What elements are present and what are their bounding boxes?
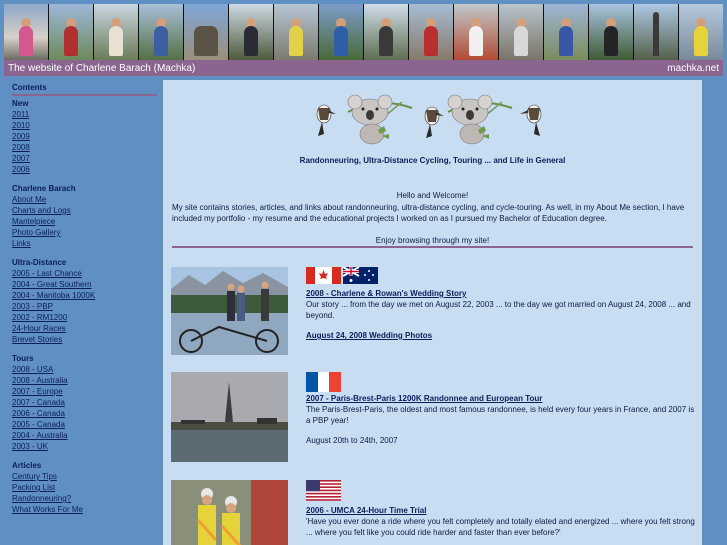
banner-photo xyxy=(679,4,723,60)
australia-flag-icon xyxy=(343,267,378,284)
banner-photo xyxy=(499,4,544,60)
banner-photo xyxy=(229,4,274,60)
sidebar-item-tour[interactable]: 2005 - Canada xyxy=(12,419,156,430)
sidebar-heading-ultra-distance: Ultra-Distance xyxy=(12,258,67,267)
sidebar-item-tour[interactable]: 2007 - Europe xyxy=(12,386,156,397)
sidebar-heading-contents: Contents xyxy=(12,83,47,92)
sidebar-item-ultra[interactable]: 2004 - Great Southern xyxy=(12,279,156,290)
site-tagline: Randonneuring, Ultra-Distance Cycling, T… xyxy=(299,156,566,165)
banner-photo xyxy=(634,4,679,60)
flag-group xyxy=(306,267,695,284)
entry-title-link[interactable]: 2007 - Paris-Brest-Paris 1200K Randonnee… xyxy=(306,393,695,404)
entry-title-link[interactable]: 2006 - UMCA 24-Hour Time Trial xyxy=(306,505,695,516)
kookaburra-icon xyxy=(316,104,336,136)
sidebar-item-year[interactable]: 2011 xyxy=(12,109,156,120)
koala-icon xyxy=(447,94,513,145)
flag-group xyxy=(306,372,695,392)
banner-photo xyxy=(184,4,229,60)
site-domain: machka.net xyxy=(667,62,719,74)
sidebar-divider xyxy=(12,94,157,96)
sidebar-item-year[interactable]: 2008 xyxy=(12,142,156,153)
sidebar-item-article[interactable]: Randonneuring? xyxy=(12,493,156,504)
sidebar-heading-articles: Articles xyxy=(12,461,42,470)
entry-dates: August 20th to 24th, 2007 xyxy=(306,436,398,445)
koala-kookaburra-banner xyxy=(316,94,542,145)
banner-photo xyxy=(364,4,409,60)
france-flag-icon xyxy=(306,372,341,392)
sidebar-heading-charlene: Charlene Barach xyxy=(12,184,76,193)
enjoy-text: Enjoy browsing through my site! xyxy=(375,236,490,245)
sidebar-item-new[interactable]: New xyxy=(12,98,156,109)
koala-icon xyxy=(347,94,413,145)
content-divider xyxy=(172,246,693,248)
site-title: The website of Charlene Barach (Machka) xyxy=(8,62,196,74)
photo-banner xyxy=(4,4,723,60)
sidebar-item-photo-gallery[interactable]: Photo Gallery xyxy=(12,227,156,238)
sidebar-item-ultra[interactable]: Brevet Stories xyxy=(12,334,156,345)
entry-description: 'Have you ever done a ride where you fel… xyxy=(306,517,695,537)
banner-photo xyxy=(589,4,634,60)
flag-group xyxy=(306,480,695,501)
sidebar-nav: Contents New 2011 2010 2009 2008 2007 20… xyxy=(4,80,157,515)
umca-photo[interactable] xyxy=(171,480,288,545)
kookaburra-icon xyxy=(424,106,444,138)
sidebar-heading-tours: Tours xyxy=(12,354,34,363)
sidebar-item-year[interactable]: 2010 xyxy=(12,120,156,131)
banner-photo xyxy=(319,4,364,60)
sidebar-item-year[interactable]: 2006 xyxy=(12,164,156,175)
sidebar-item-links[interactable]: Links xyxy=(12,238,156,249)
banner-photo xyxy=(544,4,589,60)
sidebar-item-ultra[interactable]: 2003 - PBP xyxy=(12,301,156,312)
sidebar-item-article[interactable]: Packing List xyxy=(12,482,156,493)
sidebar-item-article[interactable]: Century Tips xyxy=(12,471,156,482)
sidebar-item-tour[interactable]: 2008 - Australia xyxy=(12,375,156,386)
sidebar-item-ultra[interactable]: 2002 - RM1200 xyxy=(12,312,156,323)
paris-photo[interactable] xyxy=(171,372,288,462)
banner-photo xyxy=(274,4,319,60)
sidebar-item-tour[interactable]: 2007 - Canada xyxy=(12,397,156,408)
sidebar-item-article[interactable]: What Works For Me xyxy=(12,504,156,515)
sidebar-item-year[interactable]: 2007 xyxy=(12,153,156,164)
banner-photo xyxy=(94,4,139,60)
wedding-photo[interactable] xyxy=(171,267,288,355)
entry-description: Our story ... from the day we met on Aug… xyxy=(306,300,691,320)
canada-flag-icon xyxy=(306,267,341,284)
main-content: Randonneuring, Ultra-Distance Cycling, T… xyxy=(163,80,702,545)
kookaburra-icon xyxy=(520,104,542,136)
banner-photo xyxy=(139,4,184,60)
sidebar-item-tour[interactable]: 2004 - Australia xyxy=(12,430,156,441)
banner-photo xyxy=(454,4,499,60)
sidebar-item-ultra[interactable]: 24-Hour Races xyxy=(12,323,156,334)
wedding-photos-link[interactable]: August 24, 2008 Wedding Photos xyxy=(306,330,695,341)
banner-photo xyxy=(4,4,49,60)
usa-flag-icon xyxy=(306,480,341,501)
site-title-bar: The website of Charlene Barach (Machka) … xyxy=(4,60,723,76)
sidebar-item-tour[interactable]: 2003 - UK xyxy=(12,441,156,452)
banner-photo xyxy=(409,4,454,60)
welcome-heading: Hello and Welcome! xyxy=(396,191,469,200)
sidebar-item-year[interactable]: 2009 xyxy=(12,131,156,142)
sidebar-item-tour[interactable]: 2006 - Canada xyxy=(12,408,156,419)
sidebar-item-tour[interactable]: 2008 - USA xyxy=(12,364,156,375)
sidebar-item-charts-logs[interactable]: Charts and Logs xyxy=(12,205,156,216)
entry-title-link[interactable]: 2008 - Charlene & Rowan's Wedding Story xyxy=(306,288,695,299)
sidebar-item-mantelpiece[interactable]: Mantelpiece xyxy=(12,216,156,227)
banner-photo xyxy=(49,4,94,60)
entry-description: The Paris-Brest-Paris, the oldest and mo… xyxy=(306,405,695,425)
welcome-text: My site contains stories, articles, and … xyxy=(172,203,685,223)
sidebar-item-ultra[interactable]: 2005 - Last Chance xyxy=(12,268,156,279)
sidebar-item-ultra[interactable]: 2004 - Manitoba 1000K xyxy=(12,290,156,301)
sidebar-item-about-me[interactable]: About Me xyxy=(12,194,156,205)
